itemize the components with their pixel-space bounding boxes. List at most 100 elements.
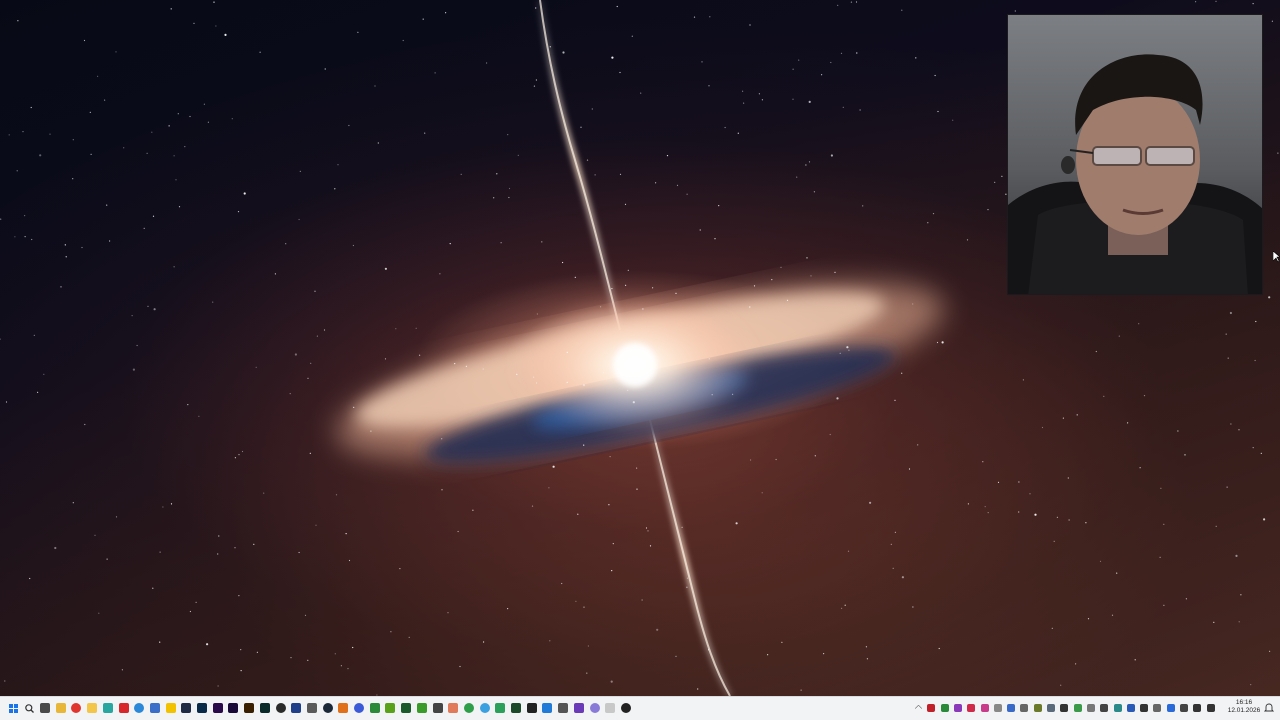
tray-teal-icon[interactable] xyxy=(1113,704,1122,712)
star xyxy=(675,292,677,294)
star xyxy=(642,308,644,310)
app-light-icon[interactable] xyxy=(605,703,616,713)
star xyxy=(932,213,935,215)
chatgpt-icon[interactable] xyxy=(620,703,631,713)
app-purple-icon[interactable] xyxy=(573,703,584,713)
app-grey-icon[interactable] xyxy=(306,703,317,713)
cloud-icon[interactable] xyxy=(993,704,1002,712)
star xyxy=(136,344,138,347)
acrobat-icon[interactable] xyxy=(118,703,129,713)
keyboard-icon[interactable] xyxy=(432,703,443,713)
star xyxy=(616,5,618,8)
chevron-up-icon[interactable] xyxy=(914,704,923,713)
tray-green2-icon[interactable] xyxy=(1073,704,1082,712)
photoshop-icon[interactable] xyxy=(197,703,207,713)
app-lime-icon[interactable] xyxy=(416,703,427,713)
tray-olive-icon[interactable] xyxy=(1033,704,1042,712)
tray-dark-icon[interactable] xyxy=(1060,704,1069,712)
after-effects-icon[interactable] xyxy=(228,703,239,713)
star xyxy=(298,218,300,221)
star xyxy=(609,456,611,458)
tray-purple-icon[interactable] xyxy=(953,704,962,712)
record-icon[interactable] xyxy=(927,704,936,712)
windows-start-icon[interactable] xyxy=(9,704,18,713)
tray-red-icon[interactable] xyxy=(967,704,976,712)
star xyxy=(625,284,627,286)
edge-icon[interactable] xyxy=(134,703,145,713)
tray-blue2-icon[interactable] xyxy=(1126,704,1135,712)
notification-bell-icon[interactable] xyxy=(1264,703,1274,713)
star xyxy=(217,553,219,555)
star xyxy=(750,459,752,461)
vivaldi-icon[interactable] xyxy=(71,703,82,713)
volume-icon[interactable] xyxy=(1206,704,1215,712)
star xyxy=(143,227,145,229)
system-clock[interactable]: 16:16 12.01.2026 xyxy=(1224,699,1264,715)
task-view-icon[interactable] xyxy=(40,703,50,713)
tray-blue-icon[interactable] xyxy=(1007,704,1016,712)
app-teal-icon[interactable] xyxy=(102,703,113,713)
bluetooth-icon[interactable] xyxy=(1166,704,1175,712)
media-encoder-icon[interactable] xyxy=(259,703,270,713)
terminal-icon[interactable] xyxy=(181,703,192,713)
clock-time: 16:16 xyxy=(1235,699,1253,706)
star xyxy=(298,551,300,554)
star xyxy=(1235,554,1238,558)
star xyxy=(814,455,816,457)
app-grey2-icon[interactable] xyxy=(558,703,569,713)
star xyxy=(1087,618,1090,620)
star xyxy=(30,106,32,109)
star xyxy=(238,595,240,597)
app-lavender-icon[interactable] xyxy=(589,703,600,713)
tray-pink-icon[interactable] xyxy=(980,704,989,712)
star xyxy=(936,341,939,344)
star xyxy=(1215,525,1217,527)
tray-dark2-icon[interactable] xyxy=(1140,704,1149,712)
star xyxy=(460,173,462,175)
app-black-icon[interactable] xyxy=(526,703,537,713)
vscode-icon[interactable] xyxy=(542,703,553,713)
star xyxy=(1159,556,1161,558)
star xyxy=(1177,430,1179,432)
app-blue2-icon[interactable] xyxy=(354,703,364,713)
star xyxy=(123,147,125,149)
tray-grey-icon[interactable] xyxy=(1020,704,1029,712)
tray-green-icon[interactable] xyxy=(940,704,949,712)
file-explorer-icon[interactable] xyxy=(55,703,66,713)
star xyxy=(611,570,613,572)
star xyxy=(4,680,6,682)
nvidia-icon[interactable] xyxy=(385,703,396,713)
notes-icon[interactable] xyxy=(165,703,176,713)
star xyxy=(377,142,379,144)
illustrator-icon[interactable] xyxy=(244,703,255,713)
wifi-icon[interactable] xyxy=(1193,704,1202,712)
app-navy-icon[interactable] xyxy=(291,703,302,713)
app-orange-icon[interactable] xyxy=(338,703,349,713)
app-salmon-icon[interactable] xyxy=(448,703,459,713)
star xyxy=(424,132,426,134)
microphone-icon[interactable] xyxy=(1180,704,1188,712)
star xyxy=(323,329,326,331)
obs-icon[interactable] xyxy=(275,703,286,713)
app-green-icon[interactable] xyxy=(369,703,380,713)
search-icon[interactable] xyxy=(25,704,34,713)
tray-slate-icon[interactable] xyxy=(1047,704,1055,712)
app-sky-icon[interactable] xyxy=(479,703,490,713)
star xyxy=(152,215,155,217)
star xyxy=(240,670,242,672)
tray-grey3-icon[interactable] xyxy=(1153,704,1162,712)
app-darkgreen-icon[interactable] xyxy=(401,703,412,713)
chrome-icon[interactable] xyxy=(463,703,474,713)
star xyxy=(348,124,350,127)
tray-grey2-icon[interactable] xyxy=(1086,704,1095,712)
app-blue-icon[interactable] xyxy=(149,703,160,713)
monitor-icon[interactable] xyxy=(1100,704,1109,712)
star xyxy=(263,492,265,494)
star xyxy=(64,244,66,246)
star xyxy=(1075,663,1077,665)
steam-icon[interactable] xyxy=(322,703,333,713)
folder-icon[interactable] xyxy=(87,703,98,713)
app-darkgreen2-icon[interactable] xyxy=(511,703,521,713)
app-green2-icon[interactable] xyxy=(495,703,506,713)
premiere-icon[interactable] xyxy=(212,703,223,713)
